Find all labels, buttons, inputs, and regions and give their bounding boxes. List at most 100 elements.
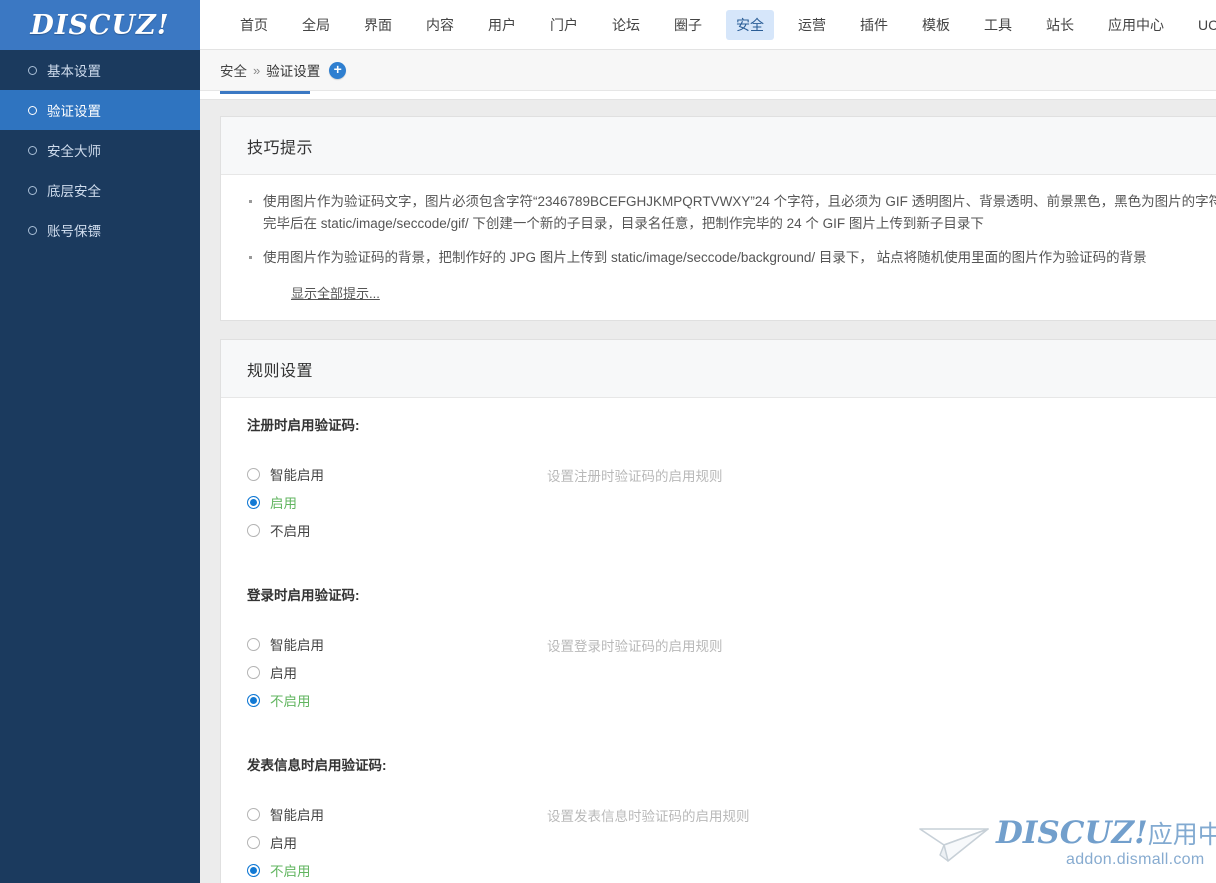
breadcrumb-root[interactable]: 安全: [220, 60, 247, 80]
radio-button-icon[interactable]: [247, 863, 260, 877]
radio-option[interactable]: 启用: [247, 488, 547, 516]
topnav-item-2[interactable]: 界面: [354, 10, 402, 40]
sidebar-item-2[interactable]: 安全大师: [0, 130, 200, 170]
rule-group-label: 注册时启用验证码:: [247, 418, 360, 433]
topnav-item-10[interactable]: 插件: [850, 10, 898, 40]
rule-group-row: 智能启用 启用 不启用 设置注册时验证码的启用规则: [247, 460, 1216, 544]
radio-group: 智能启用 启用 不启用: [247, 460, 547, 544]
topnav-item-5[interactable]: 门户: [540, 10, 588, 40]
radio-option[interactable]: 启用: [247, 658, 547, 686]
topnav-item-6[interactable]: 论坛: [602, 10, 650, 40]
rule-group-row: 智能启用 启用 不启用 设置发表信息时验证码的启用规则: [247, 800, 1216, 883]
radio-option[interactable]: 智能启用: [247, 630, 547, 658]
radio-button-icon[interactable]: [247, 693, 260, 707]
sidebar-item-4[interactable]: 账号保镖: [0, 210, 200, 250]
rule-group: 发表信息时启用验证码: 智能启用 启用 不启用 设置发表信息时验证码的启用规则: [247, 754, 1216, 883]
topnav-item-4[interactable]: 用户: [478, 10, 526, 40]
tip-item: 使用图片作为验证码的背景，把制作好的 JPG 图片上传到 static/imag…: [247, 247, 1216, 269]
add-shortcut-button[interactable]: +: [329, 61, 347, 79]
circle-bullet-icon: [28, 105, 37, 115]
sidebar-item-label: 账号保镖: [47, 224, 101, 239]
radio-option[interactable]: 不启用: [247, 516, 547, 544]
top-navigation: 首页全局界面内容用户门户论坛圈子安全运营插件模板工具站长应用中心 UCent: [200, 0, 1216, 50]
tips-card-body: 使用图片作为验证码文字，图片必须包含字符“2346789BCEFGHJKMPQR…: [221, 175, 1216, 320]
radio-option-label: 智能启用: [270, 468, 324, 483]
topnav-item-12[interactable]: 工具: [974, 10, 1022, 40]
topnav-item-11[interactable]: 模板: [912, 10, 960, 40]
tips-card: 技巧提示 使用图片作为验证码文字，图片必须包含字符“2346789BCEFGHJ…: [220, 116, 1216, 321]
rule-group-description: 设置发表信息时验证码的启用规则: [547, 809, 750, 824]
rules-card: 规则设置 注册时启用验证码: 智能启用 启用 不启用 设置注册时验证码的启用规则 登录时启…: [220, 339, 1216, 883]
sidebar: 基本设置验证设置安全大师底层安全账号保镖: [0, 50, 200, 883]
radio-button-icon[interactable]: [247, 495, 260, 509]
active-tab-underline: [220, 91, 310, 94]
rule-group-label: 发表信息时启用验证码:: [247, 758, 387, 773]
circle-bullet-icon: [28, 145, 37, 155]
radio-option-label: 不启用: [270, 524, 311, 539]
radio-option-label: 智能启用: [270, 638, 324, 653]
radio-button-icon[interactable]: [247, 467, 260, 481]
rules-card-title: 规则设置: [247, 362, 314, 380]
tip-item: 使用图片作为验证码文字，图片必须包含字符“2346789BCEFGHJKMPQR…: [247, 191, 1216, 235]
rule-group: 注册时启用验证码: 智能启用 启用 不启用 设置注册时验证码的启用规则: [247, 414, 1216, 544]
brand-logo[interactable]: DISCUZ!: [0, 0, 200, 50]
rule-group-description: 设置注册时验证码的启用规则: [547, 469, 723, 484]
circle-bullet-icon: [28, 185, 37, 195]
sidebar-item-1[interactable]: 验证设置: [0, 90, 200, 130]
radio-option[interactable]: 启用: [247, 828, 547, 856]
rule-group-label: 登录时启用验证码:: [247, 588, 360, 603]
rules-card-header: 规则设置: [221, 340, 1216, 398]
radio-option-label: 启用: [270, 666, 297, 681]
admin-page: DISCUZ! 首页 全局 界面 内容 用户 门户 论坛 圈子 安全 运营 插件 模板 工具 站长 应用中心…: [0, 0, 1216, 883]
radio-option[interactable]: 智能启用: [247, 800, 547, 828]
topnav-item-3[interactable]: 内容: [416, 10, 464, 40]
radio-button-icon[interactable]: [247, 835, 260, 849]
breadcrumb: 安全 » 验证设置 +: [200, 50, 1216, 91]
radio-option-label: 不启用: [270, 694, 311, 709]
tips-card-title: 技巧提示: [247, 139, 314, 157]
sidebar-item-label: 基本设置: [47, 64, 101, 79]
circle-bullet-icon: [28, 225, 37, 235]
radio-option[interactable]: 不启用: [247, 686, 547, 714]
radio-option-label: 不启用: [270, 864, 311, 879]
sidebar-item-label: 底层安全: [47, 184, 101, 199]
radio-option-label: 启用: [270, 836, 297, 851]
rules-card-body: 注册时启用验证码: 智能启用 启用 不启用 设置注册时验证码的启用规则 登录时启用验证码:…: [221, 398, 1216, 883]
rule-group: 登录时启用验证码: 智能启用 启用 不启用 设置登录时验证码的启用规则: [247, 584, 1216, 714]
sidebar-item-0[interactable]: 基本设置: [0, 50, 200, 90]
radio-option[interactable]: 智能启用: [247, 460, 547, 488]
rule-group-spacer: [247, 724, 1216, 754]
active-tab-indicator-strip: [200, 91, 1216, 100]
topnav-item-15[interactable]: UCent: [1188, 10, 1216, 40]
sidebar-item-label: 验证设置: [47, 104, 101, 119]
radio-option-label: 启用: [270, 496, 297, 511]
radio-option[interactable]: 不启用: [247, 856, 547, 883]
sidebar-item-3[interactable]: 底层安全: [0, 170, 200, 210]
radio-option-label: 智能启用: [270, 808, 324, 823]
rule-group-spacer: [247, 554, 1216, 584]
rule-group-row: 智能启用 启用 不启用 设置登录时验证码的启用规则: [247, 630, 1216, 714]
radio-button-icon[interactable]: [247, 523, 260, 537]
brand-logo-text: DISCUZ!: [30, 9, 170, 41]
topnav-item-9[interactable]: 运营: [788, 10, 836, 40]
circle-bullet-icon: [28, 65, 37, 75]
rule-group-description: 设置登录时验证码的启用规则: [547, 639, 723, 654]
settings-scroll-area: 技巧提示 使用图片作为验证码文字，图片必须包含字符“2346789BCEFGHJ…: [200, 100, 1216, 883]
main-content: 安全 » 验证设置 + 技巧提示 使用图片作为验证码文字，图片必须包含字符“23…: [200, 50, 1216, 883]
breadcrumb-separator: »: [253, 62, 261, 78]
topnav-item-1[interactable]: 全局: [292, 10, 340, 40]
topnav-item-13[interactable]: 站长: [1036, 10, 1084, 40]
radio-button-icon[interactable]: [247, 637, 260, 651]
topnav-item-0[interactable]: 首页: [230, 10, 278, 40]
topnav-item-7[interactable]: 圈子: [664, 10, 712, 40]
show-all-tips-link[interactable]: 显示全部提示...: [291, 283, 380, 302]
sidebar-item-label: 安全大师: [47, 144, 101, 159]
topnav-item-8[interactable]: 安全: [726, 9, 774, 40]
topnav-item-14[interactable]: 应用中心: [1098, 10, 1174, 40]
radio-button-icon[interactable]: [247, 665, 260, 679]
radio-group: 智能启用 启用 不启用: [247, 800, 547, 883]
radio-button-icon[interactable]: [247, 807, 260, 821]
tips-list: 使用图片作为验证码文字，图片必须包含字符“2346789BCEFGHJKMPQR…: [247, 191, 1216, 269]
radio-group: 智能启用 启用 不启用: [247, 630, 547, 714]
breadcrumb-current: 验证设置: [266, 64, 321, 79]
